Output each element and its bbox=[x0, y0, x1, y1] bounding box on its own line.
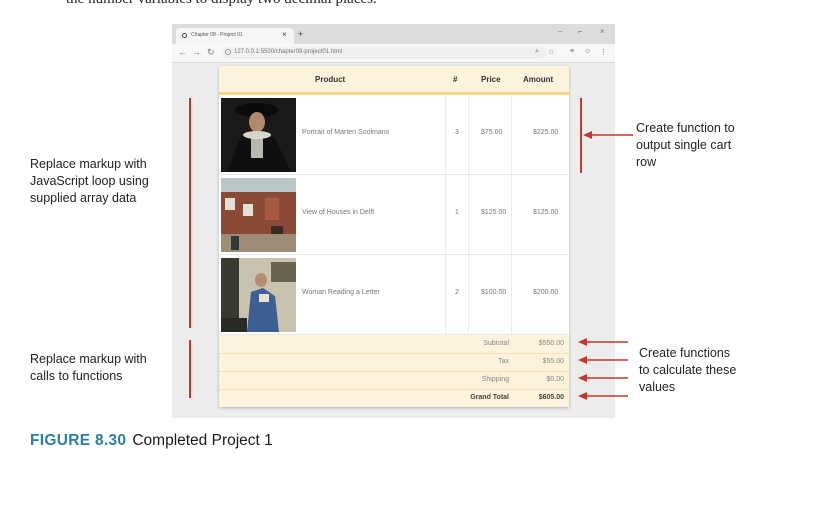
arrow-icon bbox=[578, 338, 628, 346]
favicon-icon bbox=[182, 33, 187, 38]
reload-icon[interactable]: ↻ bbox=[207, 47, 215, 58]
product-name: Woman Reading a Letter bbox=[302, 289, 380, 296]
tax-label: Tax bbox=[498, 358, 509, 365]
window-close-icon[interactable]: × bbox=[600, 27, 605, 36]
close-tab-icon[interactable]: × bbox=[282, 30, 287, 39]
cart-row: View of Houses in Delft 1 $125.00 $125.0… bbox=[219, 175, 569, 255]
header-amount: Amount bbox=[523, 75, 554, 84]
painting-thumbnail-portrait bbox=[221, 98, 296, 172]
forward-icon[interactable]: → bbox=[192, 47, 201, 57]
tax-row: Tax $55.00 bbox=[219, 353, 569, 372]
subtotal-label: Subtotal bbox=[483, 340, 509, 347]
product-amount: $225.00 bbox=[533, 129, 559, 136]
annotation-loop: Replace markup with JavaScript loop usin… bbox=[30, 157, 149, 205]
annotation-single-row: Create function to output single cart ro… bbox=[636, 121, 735, 169]
annotation-function-calls: Replace markup with calls to functions bbox=[30, 352, 147, 383]
product-name: View of Houses in Delft bbox=[302, 209, 375, 216]
browser-window: Chapter 08 - Project 01 × + – ⌐ × ← → ↻ … bbox=[172, 24, 615, 418]
bracket-line-row bbox=[580, 98, 582, 173]
new-tab-icon[interactable]: + bbox=[298, 29, 303, 39]
menu-icon[interactable]: ⋮ bbox=[600, 48, 607, 56]
grand-total-row: Grand Total $605.00 bbox=[219, 389, 569, 407]
figure-number: FIGURE 8.30 bbox=[30, 432, 127, 449]
header-qty: # bbox=[453, 75, 458, 84]
product-price: $125.00 bbox=[481, 209, 507, 216]
header-price: Price bbox=[481, 75, 501, 84]
shipping-label: Shipping bbox=[481, 376, 509, 383]
browser-tab[interactable]: Chapter 08 - Project 01 × bbox=[176, 28, 294, 44]
annotation-calculate-values: Create functions to calculate these valu… bbox=[639, 346, 737, 394]
arrow-icon bbox=[583, 131, 633, 139]
header-product: Product bbox=[315, 75, 346, 84]
bracket-line-rows bbox=[189, 98, 191, 328]
shipping-row: Shipping $0.00 bbox=[219, 371, 569, 390]
bracket-line-summary bbox=[189, 340, 191, 398]
extensions-icon[interactable]: ≡ bbox=[570, 48, 574, 55]
shipping-value: $0.00 bbox=[546, 376, 564, 383]
subtotal-row: Subtotal $550.00 bbox=[219, 335, 569, 354]
site-info-icon[interactable] bbox=[225, 49, 231, 55]
zoom-icon[interactable]: ⌕ bbox=[535, 48, 539, 56]
back-icon[interactable]: ← bbox=[178, 47, 187, 57]
arrow-icon bbox=[578, 374, 628, 382]
figure-title: Completed Project 1 bbox=[132, 432, 273, 449]
painting-thumbnail-houses bbox=[221, 178, 296, 252]
profile-icon[interactable]: ☺ bbox=[584, 48, 591, 55]
minimize-icon[interactable]: – bbox=[558, 27, 562, 36]
address-bar-row: ← → ↻ 127.0.0.1:5500/chapter08-project01… bbox=[172, 44, 615, 63]
painting-thumbnail-woman-reading bbox=[221, 258, 296, 332]
grand-total-value: $605.00 bbox=[538, 394, 564, 401]
bookmark-star-icon[interactable]: ☆ bbox=[548, 48, 554, 56]
cart-header-row: Product # Price Amount bbox=[219, 66, 569, 95]
shopping-cart-table: Product # Price Amount Portrait of Marte… bbox=[219, 66, 569, 407]
product-amount: $125.00 bbox=[533, 209, 559, 216]
arrow-icon bbox=[578, 392, 628, 400]
product-qty: 3 bbox=[455, 129, 459, 136]
url-text: 127.0.0.1:5500/chapter08-project01.html bbox=[234, 49, 343, 55]
product-name: Portrait of Marten Soolmans bbox=[302, 129, 390, 136]
maximize-icon[interactable]: ⌐ bbox=[578, 27, 583, 36]
cart-row: Portrait of Marten Soolmans 3 $75.00 $22… bbox=[219, 95, 569, 175]
cart-summary: Subtotal $550.00 Tax $55.00 Shipping $0.… bbox=[219, 335, 569, 407]
tab-bar: Chapter 08 - Project 01 × + – ⌐ × bbox=[172, 24, 615, 44]
cart-row: Woman Reading a Letter 2 $100.00 $200.00 bbox=[219, 255, 569, 335]
arrow-icon bbox=[578, 356, 628, 364]
product-amount: $200.00 bbox=[533, 289, 559, 296]
subtotal-value: $550.00 bbox=[538, 340, 564, 347]
page-viewport: Product # Price Amount Portrait of Marte… bbox=[172, 63, 615, 418]
product-price: $100.00 bbox=[481, 289, 507, 296]
preceding-paragraph-text: the number variables to display two deci… bbox=[66, 0, 377, 8]
product-qty: 2 bbox=[455, 289, 459, 296]
grand-total-label: Grand Total bbox=[470, 394, 509, 401]
product-qty: 1 bbox=[455, 209, 459, 216]
tab-title: Chapter 08 - Project 01 bbox=[191, 32, 243, 38]
figure-caption: FIGURE 8.30 Completed Project 1 bbox=[30, 432, 273, 450]
url-field[interactable]: 127.0.0.1:5500/chapter08-project01.html bbox=[222, 47, 547, 59]
product-price: $75.00 bbox=[481, 129, 503, 136]
tax-value: $55.00 bbox=[542, 358, 564, 365]
